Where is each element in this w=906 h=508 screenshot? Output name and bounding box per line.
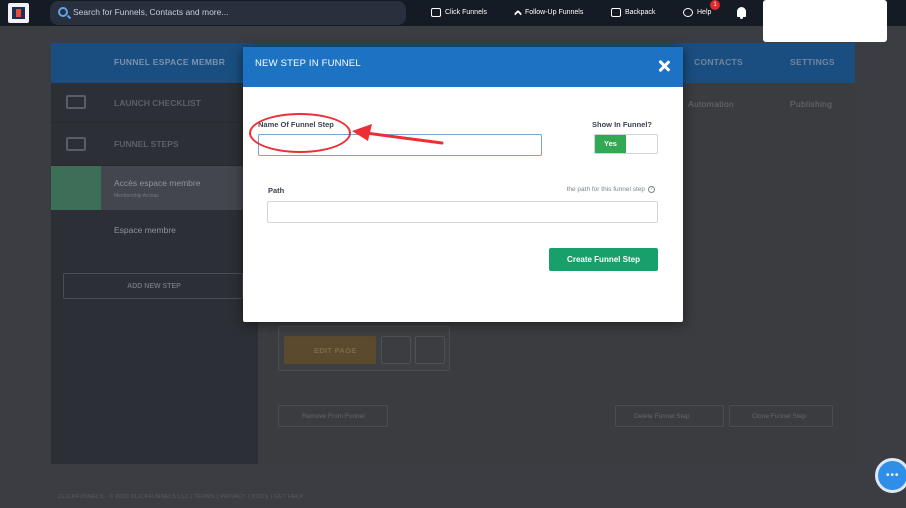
bell-icon[interactable] <box>737 7 746 19</box>
modal-header: NEW STEP IN FUNNEL <box>243 47 683 87</box>
annotation-circle <box>249 113 351 153</box>
clone-funnel-step-label: Clone Funnel Step <box>752 413 806 420</box>
tab-settings[interactable]: SETTINGS <box>790 57 835 67</box>
create-funnel-step-button[interactable]: Create Funnel Step <box>549 248 658 271</box>
show-in-funnel-label: Show In Funnel? <box>592 120 652 129</box>
steps-icon <box>66 137 86 151</box>
funnel-step-item[interactable]: Espace membre <box>51 212 258 256</box>
external-link-button[interactable] <box>381 336 411 364</box>
new-step-modal: NEW STEP IN FUNNEL Name Of Funnel Step S… <box>243 47 683 322</box>
close-icon[interactable] <box>657 59 671 73</box>
dashboard-icon <box>51 212 101 256</box>
question-circle-icon[interactable]: ? <box>648 186 655 193</box>
add-new-step-button[interactable]: ADD NEW STEP <box>63 273 243 299</box>
delete-funnel-step-button[interactable]: Delete Funnel Step <box>615 405 724 427</box>
tab-automation[interactable]: Automation <box>688 99 734 109</box>
remove-from-funnel-button[interactable]: Remove From Funnel <box>278 405 388 427</box>
nav-backpack-label: Backpack <box>625 9 656 16</box>
edit-page-label: EDIT PAGE <box>314 346 357 355</box>
funnel-step-path-input[interactable] <box>267 201 658 223</box>
toggle-yes-label: Yes <box>595 135 626 153</box>
nav-click-funnels-label: Click Funnels <box>445 9 488 16</box>
chat-support-button[interactable]: ••• <box>875 458 906 493</box>
launch-checklist-label: LAUNCH CHECKLIST <box>114 98 201 108</box>
tab-publishing[interactable]: Publishing <box>790 99 832 109</box>
user-account-box[interactable] <box>763 0 887 42</box>
path-hint-text: the path for this funnel step <box>566 186 645 193</box>
clickfunnels-logo[interactable] <box>8 3 29 23</box>
path-hint: the path for this funnel step ? <box>567 186 655 193</box>
search-bar[interactable]: Search for Funnels, Contacts and more... <box>50 1 406 25</box>
step-icon-column <box>51 166 101 210</box>
clone-funnel-step-button[interactable]: Clone Funnel Step <box>729 405 833 427</box>
search-icon <box>58 7 68 17</box>
tab-contacts[interactable]: CONTACTS <box>694 57 743 67</box>
modal-title: NEW STEP IN FUNNEL <box>255 58 361 69</box>
funnel-steps-label: FUNNEL STEPS <box>114 139 179 149</box>
chat-icon: ••• <box>886 470 900 481</box>
nav-help[interactable]: Help <box>683 8 711 17</box>
nav-follow-up-funnels[interactable]: Follow-Up Funnels <box>513 8 584 19</box>
sidebar-funnel-steps[interactable]: FUNNEL STEPS <box>51 123 258 166</box>
page-footer: CLICKFUNNELS - © 2020 CLICKFUNNELS LLC |… <box>58 494 304 500</box>
nav-backpack[interactable]: Backpack <box>611 8 655 17</box>
step-subtitle: Membership Access <box>114 193 159 199</box>
path-label: Path <box>268 186 285 195</box>
step-name: Accès espace membre <box>114 178 201 188</box>
backpack-icon <box>611 8 621 17</box>
lifebuoy-icon <box>683 8 693 17</box>
funnel-icon <box>431 8 441 17</box>
edit-page-button[interactable]: EDIT PAGE <box>284 336 376 364</box>
remove-from-funnel-label: Remove From Funnel <box>302 413 365 420</box>
sidebar-launch-checklist[interactable]: LAUNCH CHECKLIST <box>51 83 258 123</box>
search-placeholder: Search for Funnels, Contacts and more... <box>73 7 229 17</box>
add-new-step-label: ADD NEW STEP <box>127 283 181 290</box>
nav-help-label: Help <box>697 9 712 16</box>
help-notification-badge: 1 <box>710 0 720 10</box>
funnel-title: FUNNEL ESPACE MEMBR <box>114 57 226 67</box>
delete-funnel-step-label: Delete Funnel Step <box>634 413 690 420</box>
nav-click-funnels[interactable]: Click Funnels <box>431 8 487 17</box>
step-name: Espace membre <box>114 225 176 235</box>
show-in-funnel-toggle[interactable]: Yes <box>594 134 658 154</box>
funnel-step-item[interactable]: Accès espace membre Membership Access <box>51 166 258 210</box>
nav-follow-up-label: Follow-Up Funnels <box>525 9 584 16</box>
chevron-up-icon <box>513 9 523 19</box>
gear-icon[interactable] <box>415 336 445 364</box>
checklist-icon <box>66 95 86 109</box>
annotation-arrow-icon <box>352 124 444 145</box>
